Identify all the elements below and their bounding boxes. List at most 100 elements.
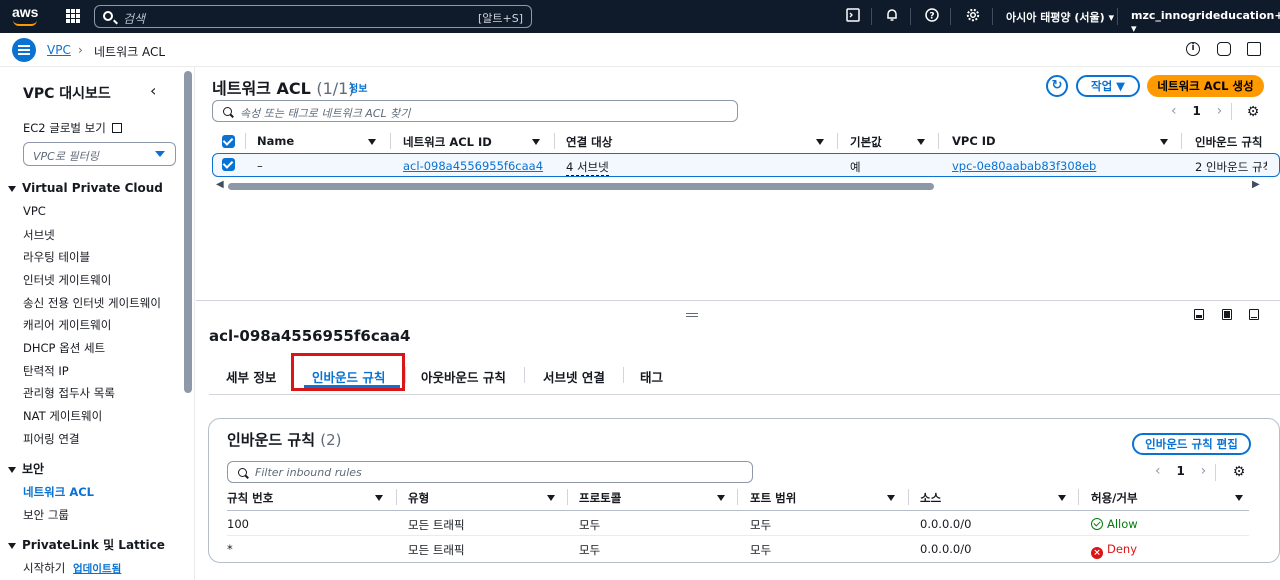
- sidebar-collapse-icon[interactable]: ‹: [150, 81, 156, 100]
- ec2-global-view-link[interactable]: EC2 글로벌 보기: [23, 120, 123, 136]
- sort-caret-icon[interactable]: [887, 495, 895, 501]
- column-header-port-range[interactable]: 포트 범위: [750, 490, 796, 506]
- vpc-filter-select[interactable]: VPC로 필터링: [23, 142, 176, 166]
- tab-subnet-associations[interactable]: 서브넷 연결: [543, 367, 605, 386]
- breadcrumb-vpc-link[interactable]: VPC: [47, 43, 71, 57]
- sidebar-item-security-groups[interactable]: 보안 그룹: [23, 507, 69, 523]
- table-preferences-gear-icon[interactable]: ⚙: [1245, 104, 1261, 120]
- section-virtual-private-cloud[interactable]: Virtual Private Cloud: [8, 181, 163, 195]
- cell-acl-id-link[interactable]: acl-098a4556955f6caa4: [403, 159, 543, 173]
- cell-associated-with[interactable]: 4 서브넷: [566, 159, 609, 176]
- side-menu-toggle-button[interactable]: [12, 38, 36, 62]
- row-checkbox[interactable]: [222, 158, 235, 171]
- sort-caret-icon[interactable]: [816, 139, 824, 145]
- sort-caret-icon[interactable]: [368, 139, 376, 145]
- sidebar-item-getting-started[interactable]: 시작하기 업데이트됨: [23, 560, 121, 576]
- cell-vpc-id-link[interactable]: vpc-0e80aabab83f308eb: [952, 159, 1096, 173]
- select-all-checkbox[interactable]: [222, 135, 235, 148]
- column-header-source[interactable]: 소스: [920, 490, 941, 506]
- column-header-acl-id[interactable]: 네트워크 ACL ID: [403, 134, 492, 150]
- inbound-preferences-gear-icon[interactable]: ⚙: [1231, 464, 1247, 480]
- sidebar-item-carrier-gateways[interactable]: 캐리어 게이트웨이: [23, 317, 111, 333]
- pagination: ‹ 1 ›: [1171, 103, 1222, 119]
- sort-caret-icon[interactable]: [1058, 495, 1066, 501]
- column-header-allow-deny[interactable]: 허용/거부: [1091, 490, 1138, 506]
- sort-caret-icon[interactable]: [375, 495, 383, 501]
- source-cell: 0.0.0.0/0: [920, 542, 972, 556]
- sidebar-item-peering[interactable]: 피어링 연결: [23, 431, 80, 447]
- sidebar-item-nat-gateways[interactable]: NAT 게이트웨이: [23, 408, 102, 424]
- allow-deny-label: Deny: [1107, 542, 1138, 556]
- screen-share-icon[interactable]: [1247, 42, 1261, 56]
- column-header-type[interactable]: 유형: [408, 490, 429, 506]
- updated-badge: 업데이트됨: [72, 563, 122, 575]
- acl-search-input[interactable]: 속성 또는 태그로 네트워크 ACL 찾기: [212, 100, 738, 122]
- sidebar-item-dhcp-options[interactable]: DHCP 옵션 세트: [23, 340, 105, 356]
- aws-logo[interactable]: aws: [12, 5, 42, 27]
- actions-button[interactable]: 작업 ▼: [1076, 75, 1140, 97]
- panel-hide-icon[interactable]: [1249, 309, 1259, 320]
- column-header-name[interactable]: Name: [257, 134, 294, 148]
- help-icon[interactable]: ?: [924, 8, 940, 24]
- global-search-input[interactable]: 검색 [알트+S]: [94, 5, 532, 28]
- sidebar-item-route-tables[interactable]: 라우팅 테이블: [23, 249, 90, 265]
- status-allow-icon: [1091, 518, 1103, 530]
- tab-details[interactable]: 세부 정보: [226, 367, 276, 386]
- sidebar-item-network-acls[interactable]: 네트워크 ACL: [23, 484, 94, 500]
- column-header-protocol[interactable]: 프로토콜: [579, 490, 621, 506]
- next-page-icon[interactable]: ›: [1217, 103, 1223, 119]
- section-privatelink[interactable]: PrivateLink 및 Lattice: [8, 536, 165, 553]
- notifications-bell-icon[interactable]: [884, 8, 900, 24]
- sidebar-item-vpc[interactable]: VPC: [23, 204, 46, 218]
- sidebar-item-subnets[interactable]: 서브넷: [23, 227, 55, 243]
- sort-caret-icon[interactable]: [532, 139, 540, 145]
- sidebar-scrollbar[interactable]: [184, 71, 192, 393]
- create-network-acl-button[interactable]: 네트워크 ACL 생성: [1147, 75, 1264, 97]
- vpc-filter-placeholder: VPC로 필터링: [33, 150, 99, 163]
- refresh-button[interactable]: ↻: [1046, 75, 1068, 97]
- inbound-current-page[interactable]: 1: [1176, 464, 1184, 478]
- sidebar-item-egress-only-igw[interactable]: 송신 전용 인터넷 게이트웨이: [23, 295, 161, 311]
- cloudshell-icon[interactable]: [845, 8, 861, 24]
- column-header-rule-number[interactable]: 규칙 번호: [227, 490, 273, 506]
- column-header-vpc-id[interactable]: VPC ID: [952, 134, 996, 148]
- prev-page-icon[interactable]: ‹: [1171, 103, 1177, 119]
- sort-caret-icon[interactable]: [917, 139, 925, 145]
- split-panel-resize-handle[interactable]: [686, 313, 698, 317]
- account-menu[interactable]: mzc_innogrideducation+41 ▾: [1131, 9, 1280, 35]
- current-page[interactable]: 1: [1192, 104, 1200, 118]
- sort-caret-icon[interactable]: [717, 495, 725, 501]
- sidebar-title[interactable]: VPC 대시보드: [23, 83, 111, 103]
- tab-tags[interactable]: 태그: [640, 367, 663, 386]
- sort-caret-icon[interactable]: [1160, 139, 1168, 145]
- feedback-icon[interactable]: [1217, 42, 1231, 56]
- info-link[interactable]: 정보: [349, 80, 367, 95]
- prev-page-icon[interactable]: ‹: [1155, 463, 1161, 479]
- column-header-associated-with[interactable]: 연결 대상: [566, 134, 612, 150]
- panel-side-icon[interactable]: [1222, 309, 1232, 320]
- rule-number-cell: *: [227, 542, 233, 556]
- scroll-right-icon[interactable]: ▶: [1252, 179, 1260, 190]
- edit-inbound-rules-button[interactable]: 인바운드 규칙 편집: [1132, 433, 1251, 455]
- column-header-default[interactable]: 기본값: [850, 134, 882, 150]
- tab-outbound-rules[interactable]: 아웃바운드 규칙: [421, 367, 506, 386]
- column-header-inbound-rules[interactable]: 인바운드 규칙: [1195, 134, 1262, 150]
- sidebar-item-prefix-lists[interactable]: 관리형 접두사 목록: [23, 385, 115, 401]
- section-label: 보안: [22, 462, 45, 476]
- panel-bottom-icon[interactable]: [1194, 309, 1204, 320]
- services-grid-icon[interactable]: [66, 9, 80, 23]
- horizontal-scrollbar[interactable]: [228, 183, 934, 190]
- table-row[interactable]: [212, 153, 1280, 177]
- next-page-icon[interactable]: ›: [1201, 463, 1207, 479]
- section-security[interactable]: 보안: [8, 460, 44, 477]
- sort-caret-icon[interactable]: [547, 495, 555, 501]
- breadcrumb-current: 네트워크 ACL: [94, 45, 166, 59]
- sidebar-item-internet-gateways[interactable]: 인터넷 게이트웨이: [23, 272, 111, 288]
- scroll-left-icon[interactable]: ◀: [216, 179, 224, 190]
- info-panel-icon[interactable]: i: [1186, 42, 1200, 56]
- region-selector[interactable]: 아시아 태평양 (서울) ▾: [1006, 9, 1114, 25]
- sidebar-item-elastic-ips[interactable]: 탄력적 IP: [23, 363, 69, 379]
- sort-caret-icon[interactable]: [1235, 495, 1243, 501]
- inbound-filter-input[interactable]: Filter inbound rules: [227, 461, 753, 483]
- settings-gear-icon[interactable]: [965, 8, 981, 24]
